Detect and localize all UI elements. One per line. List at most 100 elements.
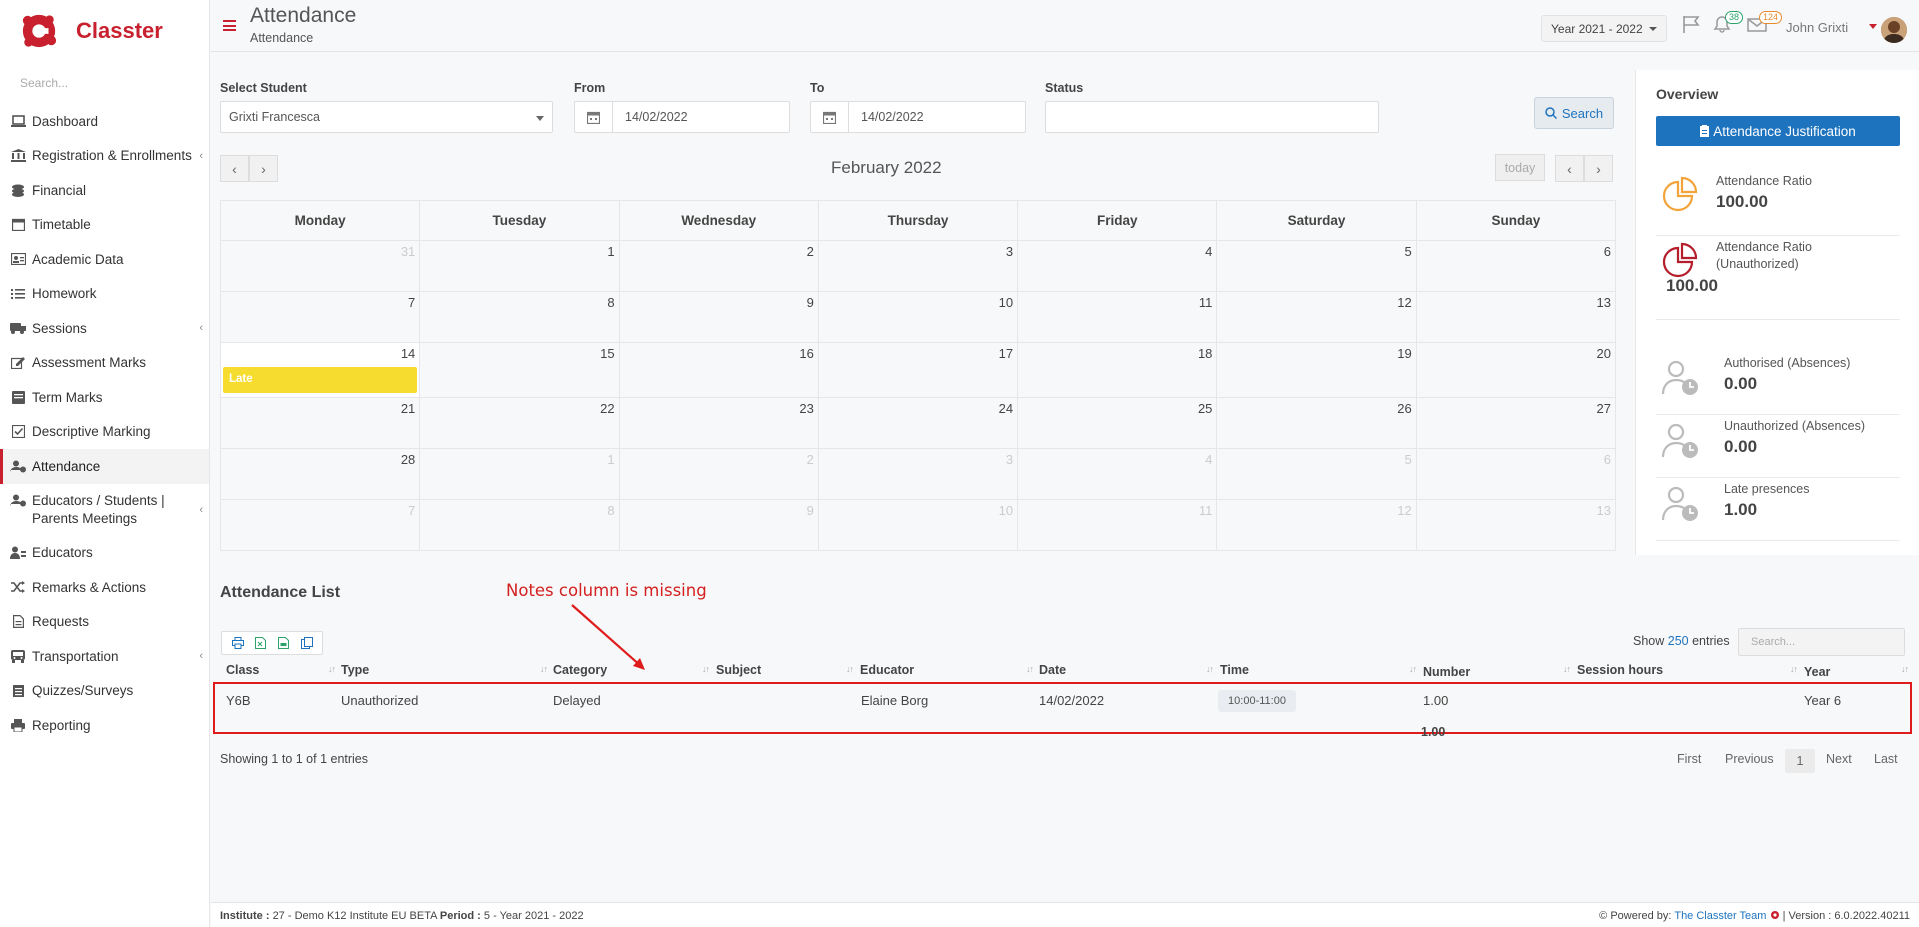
sidebar-item-reporting[interactable]: Reporting — [0, 708, 209, 743]
calendar-day[interactable]: 21 — [219, 397, 421, 449]
logo[interactable]: Classter — [0, 0, 209, 62]
calendar-day[interactable]: 10 — [817, 499, 1019, 551]
column-header-class[interactable]: Class — [226, 663, 259, 677]
sort-icon[interactable]: ↓↑ — [1901, 664, 1909, 674]
from-date-field[interactable]: 14/02/2022 — [574, 101, 790, 133]
column-header-category[interactable]: Category — [553, 663, 607, 677]
calendar-day[interactable]: 1 — [419, 240, 620, 292]
calendar-next-button[interactable]: › — [249, 155, 278, 182]
sort-icon[interactable]: ↓↑ — [1563, 664, 1571, 674]
calendar-next-button[interactable]: › — [1584, 155, 1613, 182]
pager-previous[interactable]: Previous — [1725, 752, 1774, 766]
calendar-day[interactable]: 7 — [219, 499, 421, 551]
search-button[interactable]: Search — [1534, 97, 1614, 129]
calendar-day[interactable]: 3 — [817, 448, 1019, 500]
sidebar-item-quizzes[interactable]: Quizzes/Surveys — [0, 674, 209, 709]
sidebar-item-homework[interactable]: Homework — [0, 277, 209, 312]
calendar-day[interactable]: 15 — [419, 342, 620, 398]
calendar-day[interactable]: 4 — [1017, 240, 1218, 292]
year-select[interactable]: Year 2021 - 2022 — [1541, 15, 1667, 42]
calendar-day[interactable]: 22 — [419, 397, 620, 449]
entries-select[interactable]: 250 — [1668, 634, 1689, 648]
calendar-day[interactable]: 17 — [817, 342, 1019, 398]
sidebar-item-registration[interactable]: Registration & Enrollments ‹ — [0, 139, 209, 174]
sidebar-item-educators[interactable]: Educators — [0, 536, 209, 571]
calendar-day[interactable]: 25 — [1017, 397, 1218, 449]
calendar-day[interactable]: 9 — [618, 291, 819, 343]
copy-icon[interactable] — [300, 637, 313, 649]
calendar-day[interactable]: 11 — [1017, 499, 1218, 551]
calendar-day[interactable]: 23 — [618, 397, 819, 449]
classter-team-link[interactable]: The Classter Team — [1674, 910, 1766, 922]
caret-down-icon[interactable] — [1869, 24, 1877, 29]
column-header-year[interactable]: Year — [1804, 665, 1830, 679]
sort-icon[interactable]: ↓↑ — [328, 664, 336, 674]
late-event[interactable]: Late — [223, 367, 418, 393]
sidebar-item-meetings[interactable]: Educators / Students | Parents Meetings ‹ — [0, 484, 209, 536]
calendar-day[interactable]: 20 — [1415, 342, 1617, 398]
calendar-day[interactable]: 16 — [618, 342, 819, 398]
sidebar-search-input[interactable]: Search... — [20, 76, 209, 90]
calendar-day[interactable]: 26 — [1216, 397, 1417, 449]
attendance-justification-button[interactable]: Attendance Justification — [1656, 116, 1900, 146]
avatar[interactable] — [1881, 17, 1907, 43]
calendar-day[interactable]: 13 — [1415, 291, 1617, 343]
sort-icon[interactable]: ↓↑ — [1026, 664, 1034, 674]
student-select[interactable]: Grixti Francesca — [220, 101, 553, 133]
calendar-day[interactable]: 3 — [817, 240, 1019, 292]
user-name[interactable]: John Grixti — [1786, 20, 1848, 35]
csv-icon[interactable] — [278, 637, 290, 649]
calendar-day[interactable]: 4 — [1017, 448, 1218, 500]
sidebar-item-sessions[interactable]: Sessions ‹ — [0, 311, 209, 346]
envelope-icon[interactable]: 124 — [1747, 11, 1783, 35]
calendar-day[interactable]: 11 — [1017, 291, 1218, 343]
calendar-day[interactable]: 31 — [219, 240, 421, 292]
sidebar-item-financial[interactable]: Financial — [0, 173, 209, 208]
sort-icon[interactable]: ↓↑ — [1409, 664, 1417, 674]
pager-first[interactable]: First — [1677, 752, 1701, 766]
calendar-day[interactable]: 8 — [419, 291, 620, 343]
sidebar-item-assessment-marks[interactable]: Assessment Marks — [0, 346, 209, 381]
sort-icon[interactable]: ↓↑ — [540, 664, 548, 674]
calendar-day[interactable]: 8 — [419, 499, 620, 551]
sidebar-item-term-marks[interactable]: Term Marks — [0, 380, 209, 415]
pager-next[interactable]: Next — [1826, 752, 1852, 766]
calendar-day[interactable]: 6 — [1415, 448, 1617, 500]
column-header-date[interactable]: Date — [1039, 663, 1066, 677]
calendar-day[interactable]: 2 — [618, 240, 819, 292]
calendar-day[interactable]: 27 — [1415, 397, 1617, 449]
sort-icon[interactable]: ↓↑ — [846, 664, 854, 674]
sort-icon[interactable]: ↓↑ — [1206, 664, 1214, 674]
calendar-day[interactable]: 1 — [419, 448, 620, 500]
column-header-subject[interactable]: Subject — [716, 663, 761, 677]
column-header-educator[interactable]: Educator — [860, 663, 914, 677]
flag-icon[interactable] — [1682, 15, 1704, 35]
calendar-day[interactable]: 18 — [1017, 342, 1218, 398]
calendar-day[interactable]: 13 — [1415, 499, 1617, 551]
sidebar-item-remarks[interactable]: Remarks & Actions — [0, 570, 209, 605]
calendar-prev-button[interactable]: ‹ — [220, 155, 249, 182]
excel-icon[interactable] — [255, 637, 267, 649]
to-date-field[interactable]: 14/02/2022 — [810, 101, 1026, 133]
calendar-day[interactable]: 6 — [1415, 240, 1617, 292]
sort-icon[interactable]: ↓↑ — [1790, 664, 1798, 674]
sidebar-item-descriptive-marking[interactable]: Descriptive Marking — [0, 415, 209, 450]
calendar-day[interactable]: 10 — [817, 291, 1019, 343]
bell-icon[interactable]: 38 — [1713, 11, 1744, 35]
calendar-prev-button[interactable]: ‹ — [1555, 155, 1584, 182]
table-search-input[interactable]: Search... — [1738, 628, 1905, 656]
sidebar-item-transportation[interactable]: Transportation ‹ — [0, 639, 209, 674]
calendar-day[interactable]: 12 — [1216, 499, 1417, 551]
print-icon[interactable] — [231, 637, 244, 649]
calendar-day[interactable]: 12 — [1216, 291, 1417, 343]
today-button[interactable]: today — [1495, 154, 1545, 181]
pager-current[interactable]: 1 — [1785, 749, 1815, 773]
calendar-day-today[interactable]: 14 Late — [219, 342, 421, 398]
calendar-day[interactable]: 24 — [817, 397, 1019, 449]
calendar-day[interactable]: 7 — [219, 291, 421, 343]
sidebar-item-attendance[interactable]: Attendance — [0, 449, 209, 484]
column-header-number[interactable]: Number — [1423, 665, 1470, 679]
pager-last[interactable]: Last — [1874, 752, 1898, 766]
column-header-session-hours[interactable]: Session hours — [1577, 663, 1663, 677]
sort-icon[interactable]: ↓↑ — [702, 664, 710, 674]
